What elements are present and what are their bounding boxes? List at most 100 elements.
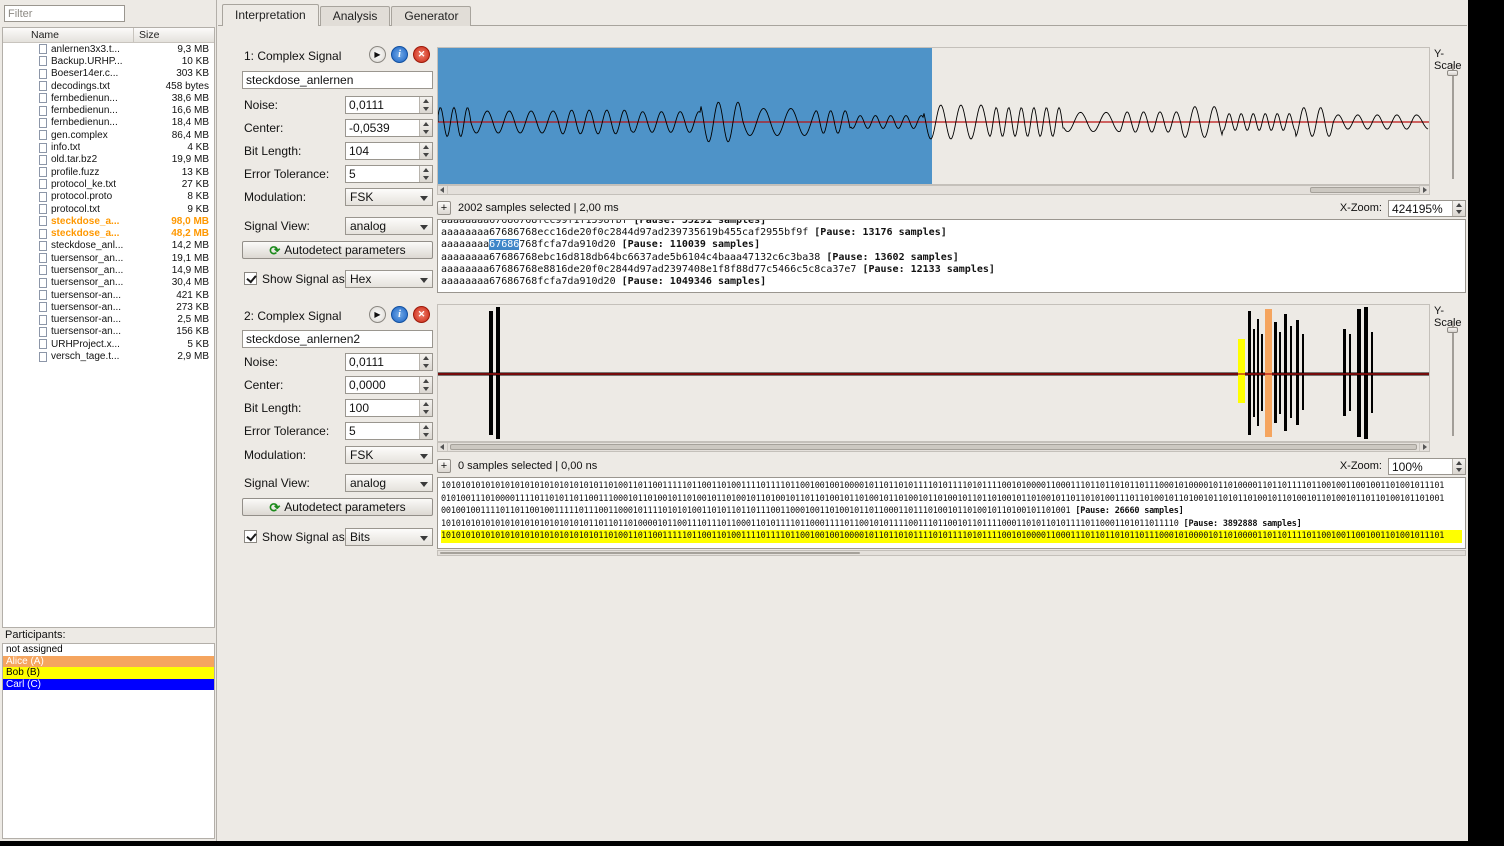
signal2-message-box[interactable]: 1010101010101010101010101010101011010011…: [437, 477, 1466, 549]
file-row[interactable]: old.tar.bz2 19,9 MB: [3, 154, 214, 166]
tab-interpretation[interactable]: Interpretation: [222, 4, 319, 26]
spin-down-icon[interactable]: [420, 385, 432, 393]
spin-down-icon[interactable]: [420, 174, 432, 182]
file-row[interactable]: steckdose_anl... 14,2 MB: [3, 240, 214, 252]
signal1-error-tolerance-spinbox[interactable]: 5: [345, 165, 433, 183]
spin-up-icon[interactable]: [420, 97, 432, 105]
signal2-xzoom-spinbox[interactable]: 100%: [1388, 458, 1466, 475]
signal1-message-box[interactable]: aaaaaaaa67686768fcc99f1f1598fbf [Pause: …: [437, 219, 1466, 293]
signal1-play-button[interactable]: ▶: [369, 46, 386, 63]
signal1-center-spinbox[interactable]: -0,0539: [345, 119, 433, 137]
signal1-bit-length-spinbox[interactable]: 104: [345, 142, 433, 160]
signal1-modulation-dropdown[interactable]: FSK: [345, 188, 433, 206]
signal2-show-signal-checkbox[interactable]: [244, 530, 257, 543]
column-header-size[interactable]: Size: [139, 29, 159, 41]
spin-down-icon[interactable]: [420, 105, 432, 113]
scroll-right-icon[interactable]: [1419, 443, 1429, 451]
file-row[interactable]: fernbedienun... 18,4 MB: [3, 117, 214, 129]
spin-up-icon[interactable]: [1453, 459, 1465, 467]
spin-up-icon[interactable]: [420, 354, 432, 362]
signal2-noise-spinbox[interactable]: 0,0111: [345, 353, 433, 371]
signal2-h-scrollbar[interactable]: [437, 442, 1430, 452]
spin-up-icon[interactable]: [420, 377, 432, 385]
spin-down-icon[interactable]: [1453, 209, 1465, 217]
slider-handle[interactable]: [1447, 70, 1458, 76]
signal1-waveform[interactable]: [438, 48, 1429, 184]
signal1-xzoom-spinbox[interactable]: 424195%: [1388, 200, 1466, 217]
file-row[interactable]: gen.complex 86,4 MB: [3, 129, 214, 141]
signal1-close-button[interactable]: ✕: [413, 46, 430, 63]
signal2-center-spinbox[interactable]: 0,0000: [345, 376, 433, 394]
file-row[interactable]: tuersensor-an... 2,5 MB: [3, 314, 214, 326]
scrollbar-thumb[interactable]: [450, 444, 1417, 450]
file-row[interactable]: decodings.txt 458 bytes: [3, 80, 214, 92]
signal2-zoom-in-button[interactable]: +: [437, 459, 451, 473]
scrollbar-thumb[interactable]: [440, 552, 860, 554]
file-row[interactable]: profile.fuzz 13 KB: [3, 166, 214, 178]
file-row[interactable]: info.txt 4 KB: [3, 141, 214, 153]
signal1-name-input[interactable]: [242, 71, 433, 89]
participant-row[interactable]: Alice (A): [3, 655, 214, 668]
signal2-graph[interactable]: [437, 304, 1430, 442]
signal2-show-as-dropdown[interactable]: Bits: [345, 528, 433, 546]
file-row[interactable]: steckdose_a... 48,2 MB: [3, 227, 214, 239]
file-row[interactable]: protocol.proto 8 KB: [3, 191, 214, 203]
signal1-signal-view-dropdown[interactable]: analog: [345, 217, 433, 235]
file-row[interactable]: tuersensor_an... 19,1 MB: [3, 252, 214, 264]
spin-up-icon[interactable]: [420, 143, 432, 151]
column-header-name[interactable]: Name: [31, 29, 59, 41]
signal2-yscale-slider[interactable]: [1446, 321, 1460, 436]
filter-input[interactable]: [4, 5, 125, 22]
signal2-autodetect-button[interactable]: ⟳ Autodetect parameters: [242, 498, 433, 516]
participant-row[interactable]: Carl (C): [3, 678, 214, 691]
signal1-zoom-in-button[interactable]: +: [437, 201, 451, 215]
file-row[interactable]: protocol.txt 9 KB: [3, 203, 214, 215]
spin-down-icon[interactable]: [1453, 467, 1465, 475]
signal1-noise-spinbox[interactable]: 0,0111: [345, 96, 433, 114]
file-row[interactable]: URHProject.x... 5 KB: [3, 338, 214, 350]
file-row[interactable]: fernbedienun... 16,6 MB: [3, 104, 214, 116]
spin-up-icon[interactable]: [420, 166, 432, 174]
scroll-right-icon[interactable]: [1419, 186, 1429, 194]
scrollbar-thumb[interactable]: [1310, 187, 1420, 193]
file-row[interactable]: tuersensor-an... 273 KB: [3, 301, 214, 313]
signal2-waveform[interactable]: [438, 305, 1429, 441]
scroll-left-icon[interactable]: [438, 443, 448, 451]
spin-up-icon[interactable]: [1453, 201, 1465, 209]
spin-down-icon[interactable]: [420, 362, 432, 370]
slider-handle[interactable]: [1447, 327, 1458, 333]
signal1-show-signal-checkbox[interactable]: [244, 272, 257, 285]
spin-down-icon[interactable]: [420, 408, 432, 416]
signal2-messages-h-scrollbar[interactable]: [437, 550, 1466, 556]
file-row[interactable]: Boeser14er.c... 303 KB: [3, 68, 214, 80]
participant-row[interactable]: Bob (B): [3, 667, 214, 679]
signal2-signal-view-dropdown[interactable]: analog: [345, 474, 433, 492]
file-row[interactable]: tuersensor_an... 14,9 MB: [3, 264, 214, 276]
file-row[interactable]: fernbedienun... 38,6 MB: [3, 92, 214, 104]
spin-down-icon[interactable]: [420, 128, 432, 136]
signal1-h-scrollbar[interactable]: [437, 185, 1430, 195]
file-row[interactable]: tuersensor_an... 30,4 MB: [3, 277, 214, 289]
signal1-autodetect-button[interactable]: ⟳ Autodetect parameters: [242, 241, 433, 259]
file-row[interactable]: versch_tage.t... 2,9 MB: [3, 350, 214, 362]
tab-analysis[interactable]: Analysis: [319, 6, 391, 26]
signal2-bit-length-spinbox[interactable]: 100: [345, 399, 433, 417]
file-row[interactable]: Backup.URHP... 10 KB: [3, 55, 214, 67]
spin-up-icon[interactable]: [420, 120, 432, 128]
signal1-info-button[interactable]: i: [391, 46, 408, 63]
participant-row[interactable]: not assigned: [3, 644, 214, 656]
signal2-info-button[interactable]: i: [391, 306, 408, 323]
file-row[interactable]: tuersensor-an... 421 KB: [3, 289, 214, 301]
selection-region[interactable]: [438, 48, 932, 184]
tab-generator[interactable]: Generator: [391, 6, 472, 26]
spin-down-icon[interactable]: [420, 151, 432, 159]
signal1-yscale-slider[interactable]: [1446, 64, 1460, 179]
file-row[interactable]: protocol_ke.txt 27 KB: [3, 178, 214, 190]
file-row[interactable]: tuersensor-an... 156 KB: [3, 326, 214, 338]
signal2-name-input[interactable]: [242, 330, 433, 348]
spin-up-icon[interactable]: [420, 423, 432, 431]
file-row[interactable]: anlernen3x3.t... 9,3 MB: [3, 43, 214, 55]
spin-up-icon[interactable]: [420, 400, 432, 408]
scroll-left-icon[interactable]: [438, 186, 448, 194]
signal2-play-button[interactable]: ▶: [369, 306, 386, 323]
